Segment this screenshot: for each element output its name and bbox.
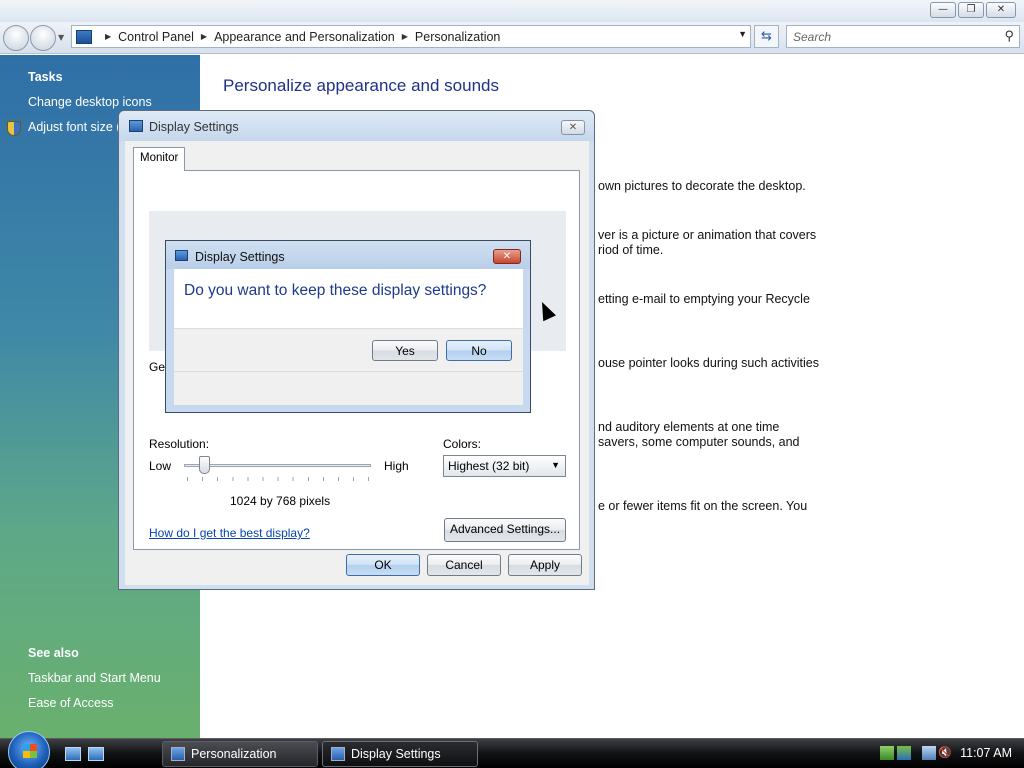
confirm-question: Do you want to keep these display settin…: [184, 282, 487, 299]
desc-display-settings: e or fewer items fit on the screen. You: [598, 499, 808, 513]
display-settings-icon: [331, 747, 345, 761]
desc-mouse-pointers: ouse pointer looks during such activitie…: [598, 356, 819, 370]
help-link[interactable]: How do I get the best display?: [149, 526, 310, 540]
minimize-button[interactable]: —: [930, 2, 956, 18]
personalization-icon: [171, 747, 185, 761]
apply-button[interactable]: Apply: [508, 554, 582, 576]
confirm-title: Display Settings: [195, 250, 285, 264]
address-bar-strip: ▼ ▶ Control Panel ▶ Appearance and Perso…: [0, 22, 1024, 54]
breadcrumb-separator-icon: ▶: [105, 32, 112, 41]
breadcrumb-control-panel[interactable]: Control Panel: [118, 30, 194, 44]
network-icon[interactable]: [922, 746, 936, 760]
close-icon[interactable]: ✕: [493, 249, 521, 264]
search-icon[interactable]: ⚲: [1004, 28, 1014, 44]
advanced-settings-button[interactable]: Advanced Settings...: [444, 518, 566, 542]
breadcrumb-separator-icon[interactable]: ▶: [402, 32, 408, 41]
colors-selected-value: Highest (32 bit): [448, 459, 530, 473]
display-settings-icon: [129, 120, 143, 132]
cancel-button[interactable]: Cancel: [427, 554, 501, 576]
confirm-question-area: Do you want to keep these display settin…: [174, 269, 523, 329]
show-desktop-icon[interactable]: [65, 747, 81, 761]
desc-desktop-background: own pictures to decorate the desktop.: [598, 179, 806, 193]
taskbar-item-label: Display Settings: [351, 747, 441, 761]
resolution-value: 1024 by 768 pixels: [230, 494, 331, 508]
dialog-titlebar: Display Settings ✕: [119, 111, 594, 141]
start-button[interactable]: [8, 731, 50, 768]
chevron-down-icon[interactable]: ▼: [551, 460, 560, 470]
desc-theme-2: savers, some computer sounds, and: [598, 435, 800, 449]
taskbar-item-personalization[interactable]: Personalization: [162, 741, 318, 767]
slider-high-label: High: [384, 459, 409, 473]
address-box[interactable]: ▶ Control Panel ▶ Appearance and Persona…: [71, 25, 751, 48]
windows-logo-icon: [23, 744, 37, 758]
tray-security-icon[interactable]: [897, 746, 911, 760]
colors-label: Colors:: [443, 437, 482, 451]
resolution-slider-thumb[interactable]: [199, 456, 211, 474]
maximize-button[interactable]: ❐: [958, 2, 984, 18]
refresh-icon[interactable]: ⇆: [754, 25, 779, 48]
close-window-button[interactable]: ✕: [986, 2, 1016, 18]
breadcrumb-separator-icon[interactable]: ▶: [201, 32, 207, 41]
control-panel-icon: [76, 29, 92, 44]
tray-app-icon[interactable]: [880, 746, 894, 760]
recent-pages-dropdown[interactable]: ▼: [58, 33, 64, 42]
window-titlebar: — ❐ ✕: [0, 0, 1024, 22]
switch-windows-icon[interactable]: [88, 747, 104, 761]
uac-shield-icon: [7, 121, 21, 136]
confirm-titlebar: Display Settings ✕: [166, 241, 530, 269]
taskbar-item-label: Personalization: [191, 747, 277, 761]
desc-screen-saver: ver is a picture or animation that cover…: [598, 228, 817, 242]
address-dropdown-icon[interactable]: ▼: [738, 29, 747, 39]
taskbar-item-display-settings[interactable]: Display Settings: [322, 741, 478, 767]
back-button[interactable]: [3, 25, 29, 51]
resolution-slider-track[interactable]: [184, 464, 371, 467]
tab-monitor[interactable]: Monitor: [133, 147, 185, 171]
colors-select[interactable]: Highest (32 bit) ▼: [443, 455, 566, 477]
yes-button[interactable]: Yes: [372, 340, 438, 361]
search-input[interactable]: Search ⚲: [786, 25, 1020, 48]
desc-sounds: etting e-mail to emptying your Recycle: [598, 292, 810, 306]
forward-button[interactable]: [30, 25, 56, 51]
task-change-desktop-icons[interactable]: Change desktop icons: [28, 95, 152, 109]
taskbar: Personalization Display Settings 🔇 11:07…: [0, 731, 1024, 768]
close-icon[interactable]: ✕: [561, 120, 585, 135]
clock[interactable]: 11:07 AM: [960, 746, 1012, 760]
window-controls: — ❐ ✕: [930, 2, 1016, 18]
resolution-label: Resolution:: [149, 437, 210, 451]
tasks-heading: Tasks: [28, 70, 63, 84]
system-tray: 🔇 11:07 AM: [864, 739, 1024, 768]
confirm-dialog: Display Settings ✕ Do you want to keep t…: [165, 240, 531, 413]
volume-muted-icon[interactable]: 🔇: [938, 746, 952, 760]
desc-screen-saver-2: riod of time.: [598, 243, 664, 257]
desc-theme: nd auditory elements at one time: [598, 420, 780, 434]
ok-button[interactable]: OK: [346, 554, 420, 576]
display-settings-icon: [175, 250, 188, 261]
link-taskbar-start-menu[interactable]: Taskbar and Start Menu: [28, 671, 161, 685]
breadcrumb-appearance[interactable]: Appearance and Personalization: [214, 30, 395, 44]
no-button[interactable]: No: [446, 340, 512, 361]
dialog-title: Display Settings: [149, 120, 239, 134]
confirm-body: Do you want to keep these display settin…: [174, 269, 523, 405]
search-placeholder: Search: [793, 30, 832, 44]
link-ease-of-access[interactable]: Ease of Access: [28, 696, 113, 710]
slider-ticks: [187, 477, 369, 481]
page-title: Personalize appearance and sounds: [223, 76, 499, 95]
slider-low-label: Low: [149, 459, 172, 473]
see-also-heading: See also: [28, 646, 79, 660]
confirm-footer: [174, 371, 523, 405]
breadcrumb-personalization[interactable]: Personalization: [415, 30, 500, 44]
